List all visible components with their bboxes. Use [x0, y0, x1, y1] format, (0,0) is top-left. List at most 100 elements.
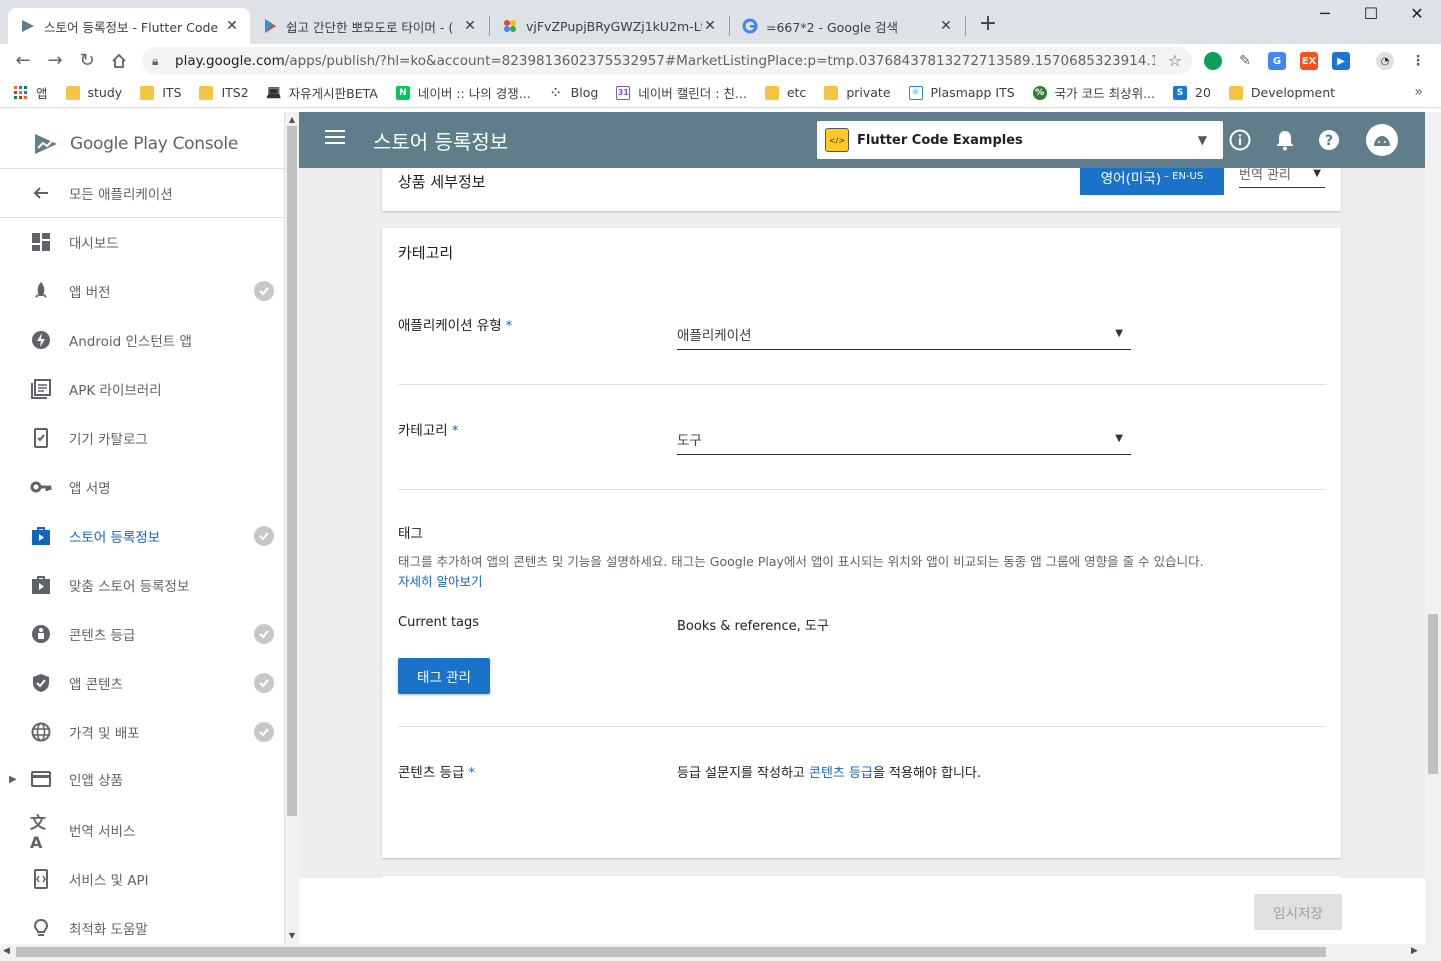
- manage-tags-button[interactable]: 태그 관리: [398, 658, 490, 694]
- bookmark-apps[interactable]: 앱: [14, 83, 48, 102]
- ex-extension-icon[interactable]: EX: [1300, 52, 1318, 70]
- category-label: 카테고리 *: [398, 423, 459, 439]
- sidebar-item-optimization-tips[interactable]: 최적화 도움말: [0, 904, 284, 944]
- maximize-window-button[interactable]: ☐: [1348, 4, 1394, 28]
- learn-more-link[interactable]: 자세히 알아보기: [398, 571, 482, 590]
- reload-icon[interactable]: ↻: [76, 50, 98, 72]
- hamburger-menu-icon[interactable]: [325, 130, 345, 150]
- device-catalog-icon: [30, 427, 52, 449]
- sidebar-item-custom-store-listing[interactable]: 맞춤 스토어 등록정보: [0, 561, 284, 609]
- sidebar-item-apk-library[interactable]: APK 라이브러리: [0, 365, 284, 413]
- tab-separator: [965, 16, 966, 36]
- sidebar-item-device-catalog[interactable]: 기기 카탈로그: [0, 414, 284, 462]
- scrollbar-thumb[interactable]: [16, 947, 1326, 957]
- tab-pomodoro[interactable]: 쉽고 간단한 뽀모도로 타이머 - ( ✕: [250, 8, 488, 44]
- bookmark-20[interactable]: S 20: [1173, 85, 1211, 100]
- sidebar-item-app-content[interactable]: 앱 콘텐츠: [0, 659, 284, 707]
- close-tab-icon[interactable]: ✕: [702, 18, 718, 34]
- sidebar-item-store-listing[interactable]: 스토어 등록정보: [0, 512, 284, 560]
- translate-extension-icon[interactable]: G: [1268, 52, 1286, 70]
- sidebar-item-in-app-products[interactable]: ▶ 인앱 상품: [0, 755, 284, 803]
- new-tab-button[interactable]: +: [977, 13, 999, 36]
- bookmark-etc[interactable]: etc: [764, 85, 806, 100]
- tags-title: 태그: [398, 526, 423, 542]
- home-icon[interactable]: [108, 50, 130, 72]
- eyedropper-extension-icon[interactable]: ✎: [1236, 52, 1254, 70]
- bookmark-star-icon[interactable]: ☆: [1168, 51, 1182, 70]
- manage-translations-dropdown[interactable]: 번역 관리 ▼: [1239, 168, 1325, 188]
- bookmarks-overflow-icon[interactable]: »: [1414, 84, 1423, 100]
- back-arrow-icon: [30, 182, 52, 204]
- bookmark-plasmapp[interactable]: ⚛ Plasmapp ITS: [908, 85, 1015, 100]
- tab-store-listing[interactable]: 스토어 등록정보 - Flutter Code ✕: [8, 8, 250, 44]
- bookmark-private[interactable]: private: [824, 85, 891, 100]
- info-icon[interactable]: [1227, 127, 1253, 153]
- forward-arrow-icon[interactable]: →: [44, 50, 66, 72]
- close-window-button[interactable]: ✕: [1394, 4, 1440, 28]
- scrollbar-thumb[interactable]: [1428, 614, 1438, 774]
- media-extension-icon[interactable]: ▶: [1332, 52, 1350, 70]
- bookmark-development[interactable]: Development: [1228, 85, 1335, 100]
- address-bar[interactable]: 🔒︎ play.google.com/apps/publish/?hl=ko&a…: [142, 47, 1192, 75]
- s-site-icon: S: [1173, 85, 1188, 100]
- close-tab-icon[interactable]: ✕: [224, 18, 240, 34]
- sidebar-item-app-signing[interactable]: 앱 서명: [0, 463, 284, 511]
- chevron-down-icon: ▼: [1197, 133, 1207, 147]
- close-tab-icon[interactable]: ✕: [462, 18, 478, 34]
- tab-google-search[interactable]: =667*2 - Google 검색 ✕: [730, 8, 964, 44]
- app-type-select[interactable]: 애플리케이션 ▼: [677, 318, 1131, 350]
- bookmark-blog[interactable]: ⁘ Blog: [548, 85, 598, 100]
- bookmark-country-code[interactable]: % 국가 코드 최상위...: [1032, 83, 1155, 102]
- chrome-menu-icon[interactable]: ⋮: [1409, 52, 1427, 70]
- content-rating-link[interactable]: 콘텐츠 등급: [809, 766, 873, 781]
- bookmark-calendar[interactable]: 31 네이버 캘린더 : 친...: [616, 83, 747, 102]
- bookmark-its[interactable]: ITS: [140, 85, 181, 100]
- back-arrow-icon[interactable]: ←: [12, 50, 34, 72]
- minimize-window-button[interactable]: ─: [1302, 4, 1348, 28]
- bookmark-naver[interactable]: N 네이버 :: 나의 경쟁...: [395, 83, 531, 102]
- blog-icon: ⁘: [548, 85, 563, 100]
- scroll-down-arrow-icon[interactable]: ▼: [285, 931, 299, 940]
- app-selector[interactable]: </> Flutter Code Examples ▼: [817, 121, 1223, 159]
- expand-caret-icon[interactable]: ▶: [9, 774, 17, 785]
- calendar-icon: 31: [616, 85, 631, 100]
- extension-green-icon[interactable]: [1204, 52, 1222, 70]
- svg-text:?: ?: [1325, 133, 1333, 149]
- category-select[interactable]: 도구 ▼: [677, 423, 1131, 455]
- bookmark-its2[interactable]: ITS2: [199, 85, 249, 100]
- completed-check-icon: [254, 526, 274, 546]
- bookmark-board[interactable]: 💻︎ 자유게시판BETA: [266, 83, 378, 102]
- help-icon[interactable]: ?: [1316, 127, 1342, 153]
- tab-image[interactable]: vjFvZPupjBRyGWZj1kU2m-LtNO ✕: [490, 8, 728, 44]
- sidebar-item-services-api[interactable]: 서비스 및 API: [0, 855, 284, 903]
- save-draft-button[interactable]: 임시저장: [1254, 894, 1342, 930]
- sidebar-item-dashboard[interactable]: 대시보드: [0, 218, 284, 266]
- main-scrollbar[interactable]: [1425, 112, 1441, 944]
- developer-avatar[interactable]: [1366, 124, 1398, 156]
- scrollbar-thumb[interactable]: [287, 126, 297, 816]
- android-icon: [1374, 136, 1390, 146]
- custom-listing-icon: [30, 574, 52, 596]
- sidebar: Google Play Console 모든 애플리케이션 대시보드 앱 버전 …: [0, 112, 285, 944]
- scroll-right-arrow-icon[interactable]: ▶: [1411, 946, 1418, 956]
- play-console-brand[interactable]: Google Play Console: [32, 124, 238, 164]
- bookmark-study[interactable]: study: [65, 85, 122, 100]
- tab-title: 쉽고 간단한 뽀모도로 타이머 - (: [286, 19, 454, 35]
- language-button[interactable]: 영어(미국) – EN-US: [1080, 168, 1224, 195]
- sidebar-item-instant-apps[interactable]: Android 인스턴트 앱: [0, 316, 284, 364]
- sidebar-item-pricing-distribution[interactable]: 가격 및 배포: [0, 708, 284, 756]
- horizontal-scrollbar[interactable]: ◀ ▶: [0, 944, 1441, 961]
- sidebar-item-content-rating[interactable]: 콘텐츠 등급: [0, 610, 284, 658]
- notifications-bell-icon[interactable]: [1272, 127, 1298, 153]
- scroll-up-arrow-icon[interactable]: ▲: [285, 115, 299, 124]
- folder-icon: [764, 85, 779, 100]
- close-tab-icon[interactable]: ✕: [938, 18, 954, 34]
- globe-icon: [30, 721, 52, 743]
- scroll-left-arrow-icon[interactable]: ◀: [3, 946, 10, 956]
- sidebar-scrollbar[interactable]: ▲ ▼: [285, 112, 299, 944]
- divider: [398, 384, 1326, 385]
- sidebar-item-all-apps[interactable]: 모든 애플리케이션: [0, 169, 284, 217]
- sidebar-item-translation-service[interactable]: 文A 번역 서비스: [0, 806, 284, 854]
- profile-avatar[interactable]: ◔: [1376, 52, 1394, 70]
- sidebar-item-app-releases[interactable]: 앱 버전: [0, 267, 284, 315]
